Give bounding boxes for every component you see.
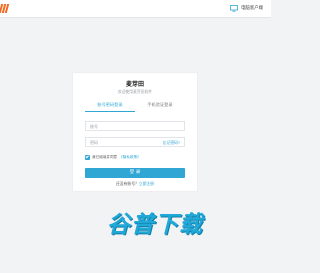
desktop-client-link[interactable]: 电脑客户端 [230, 4, 263, 13]
tab-sms-login[interactable]: 手机验证登录 [135, 101, 185, 111]
login-tabs: 账号密码登录 手机验证登录 [85, 101, 185, 112]
login-button[interactable]: 登 录 [85, 168, 185, 178]
login-card: 麦芽田 欢迎使用麦芽田软件 账号密码登录 手机验证登录 忘记密码? 我已阅读并同… [73, 73, 197, 191]
login-subtitle: 欢迎使用麦芽田软件 [117, 89, 153, 94]
login-title: 麦芽田 [125, 81, 144, 88]
agreement-text: 我已阅读并同意 [92, 155, 118, 159]
forgot-password-link[interactable]: 忘记密码? [163, 140, 180, 145]
register-question: 还没有账号？ [116, 181, 139, 186]
watermark-logo: 谷普下载 [107, 212, 203, 238]
privacy-policy-link[interactable]: 《隐私政策》 [119, 154, 141, 160]
register-row: 还没有账号？立即注册 [73, 181, 197, 186]
top-bar: 电脑客户端 [0, 0, 271, 18]
account-input[interactable] [86, 122, 184, 130]
password-field: 忘记密码? [85, 137, 185, 147]
brand-logo[interactable] [0, 4, 11, 14]
agreement-checkbox[interactable] [85, 154, 90, 160]
monitor-icon [230, 5, 238, 12]
tab-password-login[interactable]: 账号密码登录 [85, 101, 135, 112]
register-link[interactable]: 立即注册 [139, 181, 154, 186]
account-field [85, 121, 185, 131]
desktop-client-label: 电脑客户端 [241, 6, 263, 11]
agreement-row: 我已阅读并同意 《隐私政策》 [85, 154, 141, 160]
